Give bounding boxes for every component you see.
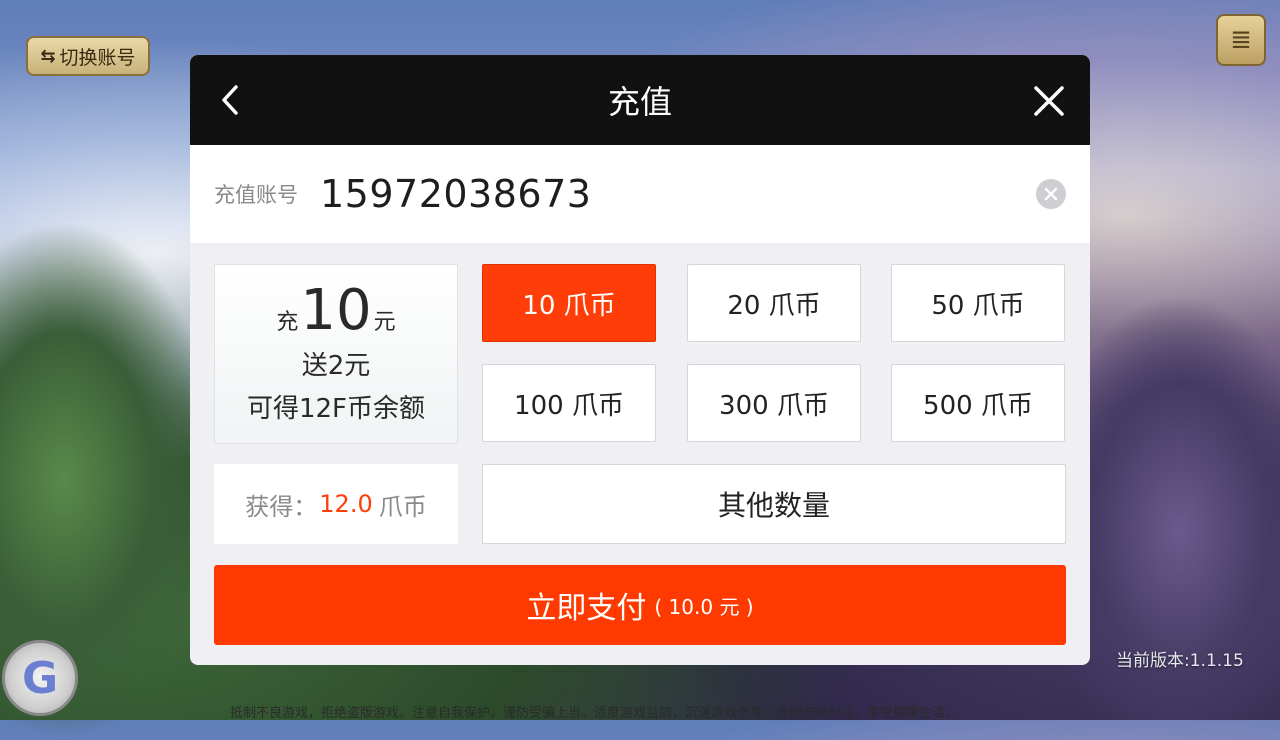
close-button[interactable] [1028,80,1070,122]
promo-card: 充 10 元 送2元 可得12F币余额 [214,264,458,444]
back-button[interactable] [210,80,250,120]
amount-option-20[interactable]: 20 爪币 [687,264,861,342]
promo-amount-line: 充 10 元 [276,283,395,339]
account-row: 充值账号 15972038673 [190,145,1090,243]
pay-label: 立即支付 [526,591,647,626]
amount-option-50[interactable]: 50 爪币 [891,264,1065,342]
close-icon [1034,86,1064,116]
switch-account-label: 切换账号 [59,46,136,69]
dialog-header: 充值 [190,55,1090,145]
health-notice: 抵制不良游戏，拒绝盗版游戏。注意自我保护，谨防受骗上当。适度游戏益脑，沉迷游戏伤… [230,706,959,721]
g-logo-icon[interactable]: G [2,640,78,716]
promo-unit: 元 [373,310,396,335]
amount-option-500[interactable]: 500 爪币 [891,364,1065,442]
clear-icon [1044,187,1058,201]
amount-option-10[interactable]: 10 爪币 [482,264,656,342]
chevron-left-icon [222,85,238,115]
promo-prefix: 充 [276,310,299,335]
pay-amount: ( 10.0 元 ) [654,594,754,619]
swap-arrows-icon: ⇆ [40,45,56,67]
amount-option-100[interactable]: 100 爪币 [482,364,656,442]
scroll-menu-icon[interactable]: ≣ [1216,14,1266,66]
gain-display: 获得： 12.0 爪币 [214,464,458,544]
gain-value: 12.0 [319,490,373,518]
promo-amount: 10 [300,278,372,343]
account-label: 充值账号 [214,183,298,207]
amount-option-300[interactable]: 300 爪币 [687,364,861,442]
promo-bonus: 送2元 [301,351,371,381]
dialog-title: 充值 [607,83,672,121]
account-input[interactable]: 15972038673 [320,172,591,216]
switch-account-button[interactable]: ⇆ 切换账号 [26,36,150,76]
recharge-dialog: 充值 充值账号 15972038673 充 10 元 送2元 可得12F币余额 … [190,55,1090,665]
version-text: 当前版本:1.1.15 [1116,651,1244,671]
promo-result: 可得12F币余额 [246,394,426,424]
gain-unit: 爪币 [378,492,427,521]
pay-now-button[interactable]: 立即支付 ( 10.0 元 ) [214,565,1066,645]
other-amount-button[interactable]: 其他数量 [482,464,1066,544]
gain-label: 获得： [245,492,318,521]
clear-account-button[interactable] [1036,179,1066,209]
